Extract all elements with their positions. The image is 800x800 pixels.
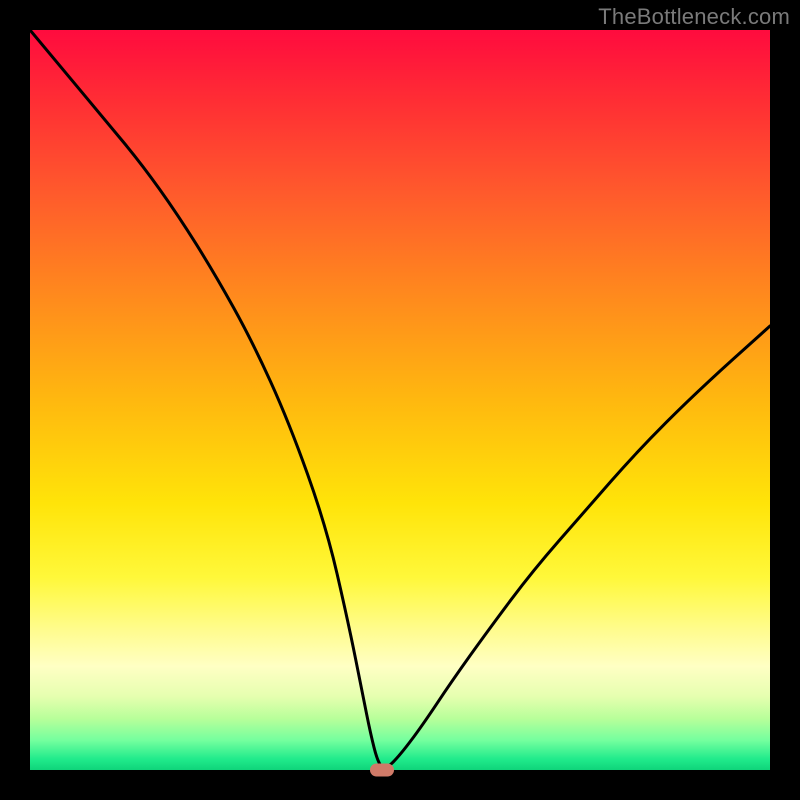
curve-svg: [30, 30, 770, 770]
plot-area: [30, 30, 770, 770]
min-marker: [370, 764, 394, 777]
chart-frame: TheBottleneck.com: [0, 0, 800, 800]
bottleneck-curve: [30, 30, 770, 768]
watermark-text: TheBottleneck.com: [598, 4, 790, 30]
